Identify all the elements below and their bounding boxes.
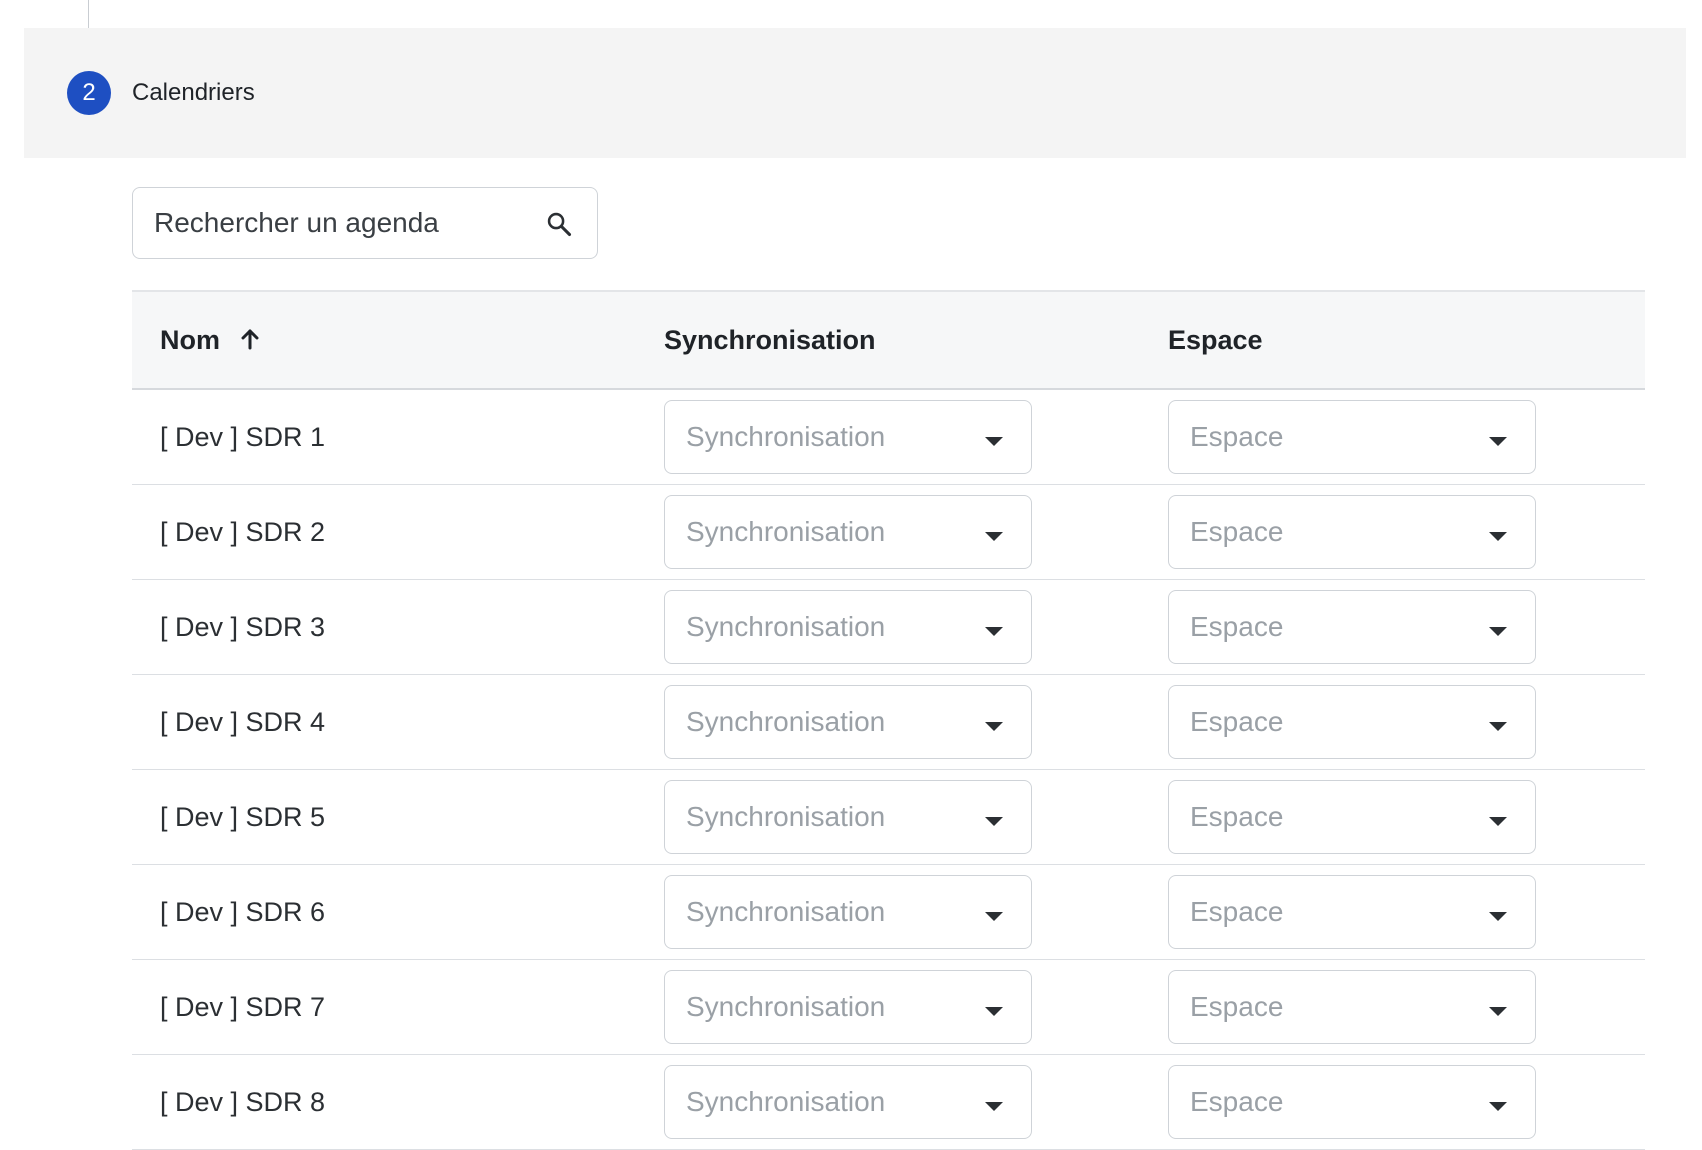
chevron-down-icon bbox=[1489, 817, 1507, 826]
search-input[interactable] bbox=[154, 188, 534, 258]
space-select[interactable]: Espace bbox=[1168, 970, 1536, 1044]
calendar-name: [ Dev ] SDR 5 bbox=[160, 802, 326, 832]
table-row: [ Dev ] SDR 2 Synchronisation Espace bbox=[132, 485, 1645, 580]
sync-select-placeholder: Synchronisation bbox=[686, 1086, 886, 1117]
column-header-name[interactable]: Nom bbox=[160, 292, 260, 388]
step-header: 2 Calendriers bbox=[24, 28, 1686, 158]
calendar-name: [ Dev ] SDR 3 bbox=[160, 612, 326, 642]
calendar-name: [ Dev ] SDR 4 bbox=[160, 707, 326, 737]
calendar-name: [ Dev ] SDR 1 bbox=[160, 422, 326, 452]
sync-select-placeholder: Synchronisation bbox=[686, 896, 886, 927]
chevron-down-icon bbox=[985, 722, 1003, 731]
space-select[interactable]: Espace bbox=[1168, 875, 1536, 949]
space-select-placeholder: Espace bbox=[1190, 896, 1284, 927]
sync-select-placeholder: Synchronisation bbox=[686, 706, 886, 737]
chevron-down-icon bbox=[1489, 722, 1507, 731]
sync-select-placeholder: Synchronisation bbox=[686, 421, 886, 452]
sync-select-placeholder: Synchronisation bbox=[686, 611, 886, 642]
space-select[interactable]: Espace bbox=[1168, 400, 1536, 474]
chevron-down-icon bbox=[1489, 627, 1507, 636]
sync-select[interactable]: Synchronisation bbox=[664, 1065, 1032, 1139]
space-select[interactable]: Espace bbox=[1168, 590, 1536, 664]
calendar-name: [ Dev ] SDR 6 bbox=[160, 897, 326, 927]
column-header-name-label: Nom bbox=[160, 325, 220, 355]
calendars-table: Nom Synchronisation Espace [ Dev ] SDR 1… bbox=[132, 290, 1645, 1150]
chevron-down-icon bbox=[985, 437, 1003, 446]
space-select[interactable]: Espace bbox=[1168, 1065, 1536, 1139]
column-header-space: Espace bbox=[1168, 325, 1263, 355]
space-select[interactable]: Espace bbox=[1168, 685, 1536, 759]
space-select-placeholder: Espace bbox=[1190, 706, 1284, 737]
table-row: [ Dev ] SDR 6 Synchronisation Espace bbox=[132, 865, 1645, 960]
chevron-down-icon bbox=[985, 1102, 1003, 1111]
table-header: Nom Synchronisation Espace bbox=[132, 290, 1645, 390]
sync-select[interactable]: Synchronisation bbox=[664, 590, 1032, 664]
chevron-down-icon bbox=[1489, 532, 1507, 541]
chevron-down-icon bbox=[1489, 437, 1507, 446]
space-select-placeholder: Espace bbox=[1190, 516, 1284, 547]
space-select-placeholder: Espace bbox=[1190, 421, 1284, 452]
sync-select[interactable]: Synchronisation bbox=[664, 495, 1032, 569]
chevron-down-icon bbox=[985, 627, 1003, 636]
step-number-badge: 2 bbox=[67, 71, 111, 115]
chevron-down-icon bbox=[985, 912, 1003, 921]
sync-select-placeholder: Synchronisation bbox=[686, 801, 886, 832]
table-row: [ Dev ] SDR 3 Synchronisation Espace bbox=[132, 580, 1645, 675]
table-row: [ Dev ] SDR 4 Synchronisation Espace bbox=[132, 675, 1645, 770]
table-row: [ Dev ] SDR 7 Synchronisation Espace bbox=[132, 960, 1645, 1055]
sync-select[interactable]: Synchronisation bbox=[664, 875, 1032, 949]
search-field[interactable] bbox=[132, 187, 598, 259]
calendar-name: [ Dev ] SDR 7 bbox=[160, 992, 326, 1022]
space-select-placeholder: Espace bbox=[1190, 991, 1284, 1022]
table-row: [ Dev ] SDR 1 Synchronisation Espace bbox=[132, 390, 1645, 485]
space-select-placeholder: Espace bbox=[1190, 611, 1284, 642]
space-select-placeholder: Espace bbox=[1190, 1086, 1284, 1117]
sync-select[interactable]: Synchronisation bbox=[664, 400, 1032, 474]
space-select[interactable]: Espace bbox=[1168, 495, 1536, 569]
chevron-down-icon bbox=[985, 1007, 1003, 1016]
sync-select[interactable]: Synchronisation bbox=[664, 970, 1032, 1044]
chevron-down-icon bbox=[1489, 1007, 1507, 1016]
sync-select-placeholder: Synchronisation bbox=[686, 516, 886, 547]
step-title: Calendriers bbox=[132, 79, 255, 106]
chevron-down-icon bbox=[1489, 1102, 1507, 1111]
chevron-down-icon bbox=[1489, 912, 1507, 921]
chevron-down-icon bbox=[985, 532, 1003, 541]
table-row: [ Dev ] SDR 8 Synchronisation Espace bbox=[132, 1055, 1645, 1150]
calendar-name: [ Dev ] SDR 8 bbox=[160, 1087, 326, 1117]
table-row: [ Dev ] SDR 5 Synchronisation Espace bbox=[132, 770, 1645, 865]
space-select[interactable]: Espace bbox=[1168, 780, 1536, 854]
search-icon[interactable] bbox=[545, 210, 573, 238]
sync-select[interactable]: Synchronisation bbox=[664, 685, 1032, 759]
sync-select-placeholder: Synchronisation bbox=[686, 991, 886, 1022]
calendar-name: [ Dev ] SDR 2 bbox=[160, 517, 326, 547]
space-select-placeholder: Espace bbox=[1190, 801, 1284, 832]
arrow-up-icon[interactable] bbox=[240, 327, 260, 351]
chevron-down-icon bbox=[985, 817, 1003, 826]
sync-select[interactable]: Synchronisation bbox=[664, 780, 1032, 854]
column-header-sync: Synchronisation bbox=[664, 325, 876, 355]
